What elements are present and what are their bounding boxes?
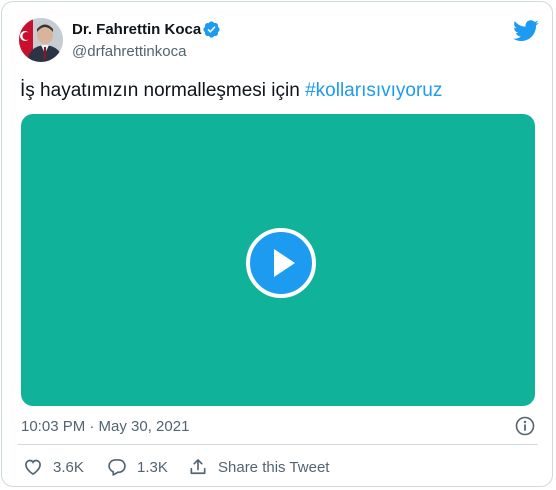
twitter-bird-icon[interactable] [513, 20, 539, 42]
author-handle[interactable]: @drfahrettinkoca [72, 43, 186, 60]
share-label: Share this Tweet [218, 458, 330, 476]
like-button[interactable]: 3.6K [23, 457, 84, 477]
play-icon [274, 249, 295, 277]
share-button[interactable]: Share this Tweet [188, 457, 329, 477]
tweet-text: İş hayatımızın normalleşmesi için #kolla… [20, 80, 442, 102]
hashtag-link[interactable]: #kollarısıvıyoruz [305, 80, 442, 101]
like-count: 3.6K [53, 458, 84, 476]
tweet-timestamp[interactable]: 10:03 PM · May 30, 2021 [21, 418, 189, 435]
reply-icon [108, 459, 126, 476]
tweet-card: Dr. Fahrettin Koca @drfahrettinkoca İş h… [1, 1, 553, 487]
author-name[interactable]: Dr. Fahrettin Koca [72, 21, 201, 38]
avatar[interactable] [19, 18, 63, 62]
info-icon[interactable] [515, 416, 535, 436]
share-icon [190, 459, 206, 475]
play-button[interactable] [246, 228, 316, 298]
heart-icon [25, 459, 41, 476]
divider [18, 444, 538, 445]
video-player[interactable] [21, 114, 535, 406]
reply-count: 1.3K [137, 458, 168, 476]
verified-badge-icon [203, 21, 220, 38]
reply-button[interactable]: 1.3K [107, 457, 168, 477]
tweet-body: İş hayatımızın normalleşmesi için [20, 80, 306, 101]
